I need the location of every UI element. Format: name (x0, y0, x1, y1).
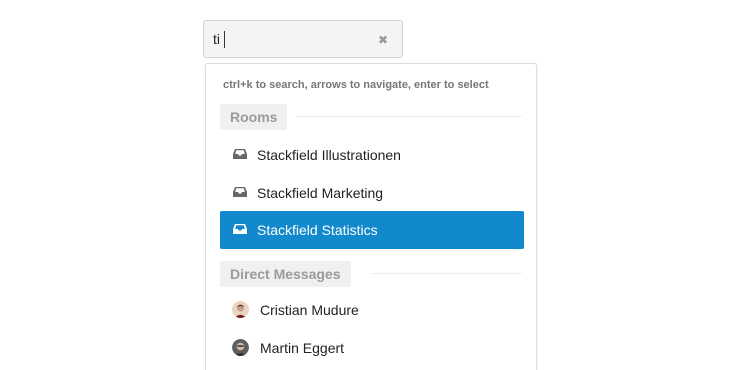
text-caret (224, 31, 225, 48)
person-item[interactable]: Cristian Mudure (220, 291, 524, 329)
search-input[interactable] (213, 21, 373, 57)
inbox-icon (233, 149, 247, 159)
section-header-rooms: Rooms (220, 104, 288, 130)
person-label: Cristian Mudure (260, 302, 359, 318)
section-header-direct-messages: Direct Messages (220, 261, 351, 287)
inbox-icon (233, 187, 247, 197)
inbox-icon (233, 224, 247, 234)
search-results-dropdown: ctrl+k to search, arrows to navigate, en… (205, 63, 537, 370)
room-item[interactable]: Stackfield Marketing (220, 174, 524, 212)
room-item-selected[interactable]: Stackfield Statistics (220, 211, 524, 249)
room-label: Stackfield Illustrationen (257, 147, 401, 163)
quick-search-overlay: ✖ ctrl+k to search, arrows to navigate, … (0, 0, 740, 370)
room-item[interactable]: Stackfield Illustrationen (220, 136, 524, 174)
person-item[interactable]: Martin Eggert (220, 329, 524, 367)
person-label: Martin Eggert (260, 340, 345, 356)
room-label: Stackfield Marketing (257, 185, 384, 201)
search-box[interactable]: ✖ (203, 20, 403, 58)
clear-icon[interactable]: ✖ (378, 33, 388, 47)
section-divider (296, 116, 522, 117)
keyboard-hint: ctrl+k to search, arrows to navigate, en… (223, 79, 489, 91)
room-label: Stackfield Statistics (257, 222, 378, 238)
avatar (232, 301, 249, 318)
avatar (232, 339, 249, 356)
section-divider (370, 273, 522, 274)
